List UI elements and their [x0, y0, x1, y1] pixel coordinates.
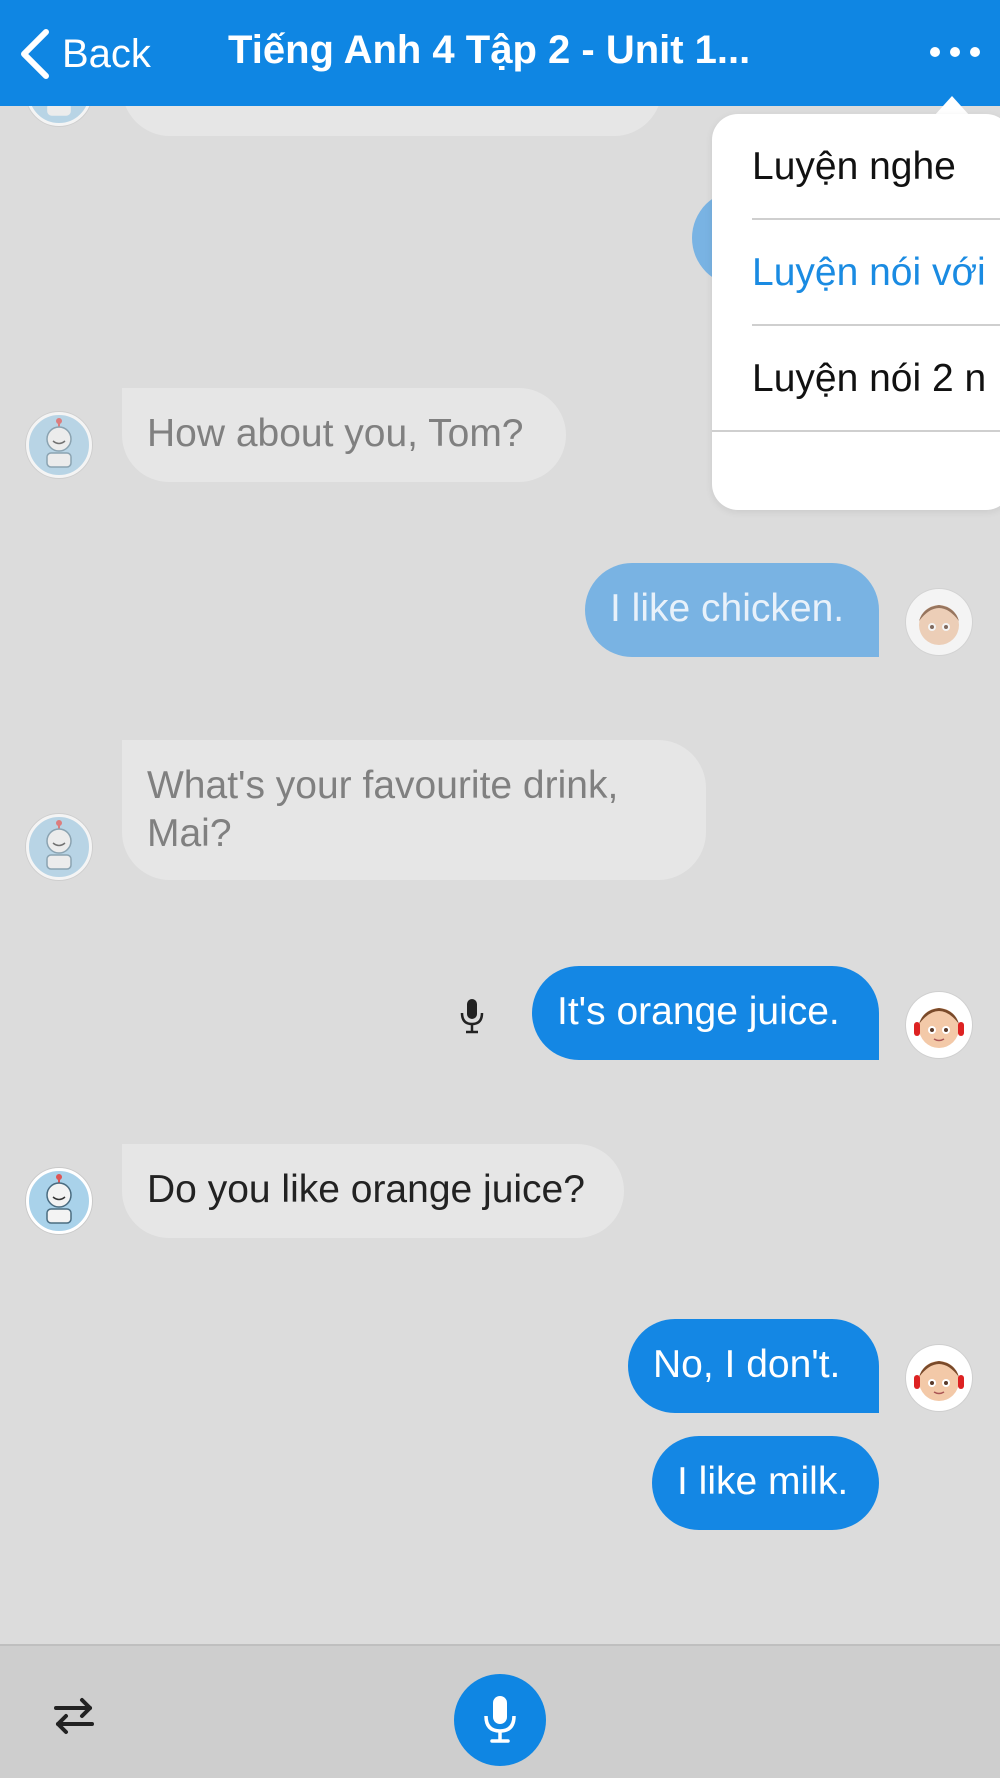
user-message-text: I like milk.: [677, 1460, 849, 1503]
bot-avatar: [26, 106, 92, 126]
microphone-icon[interactable]: [458, 997, 486, 1037]
menu-item-speaking-with[interactable]: Luyện nói với: [752, 220, 1000, 326]
user-message: I like milk.: [652, 1436, 879, 1530]
bot-message-text: Do you like orange juice?: [147, 1168, 585, 1211]
menu-item-speaking-two[interactable]: Luyện nói 2 n: [752, 326, 1000, 432]
user-message-text: It's orange juice.: [557, 990, 840, 1033]
user-avatar: [906, 1345, 972, 1411]
bot-avatar: [26, 814, 92, 880]
user-message-text: I like chicken.: [610, 587, 845, 630]
options-menu: Luyện nghe Luyện nói với Luyện nói 2 n: [712, 114, 1000, 510]
bot-message: What's your favourite drink, Mai?: [122, 740, 706, 880]
bot-message-text: What's your favourite drink, Mai?: [147, 764, 619, 855]
bot-message: How about you, Tom?: [122, 388, 566, 482]
chevron-left-icon: [21, 29, 49, 79]
page-title: Tiếng Anh 4 Tập 2 - Unit 1...: [228, 28, 751, 72]
record-button[interactable]: [454, 1674, 546, 1766]
user-message-text: No, I don't.: [653, 1343, 841, 1386]
menu-divider: [712, 430, 1000, 432]
user-message: It's orange juice.: [532, 966, 879, 1060]
user-avatar: [906, 589, 972, 655]
user-message: I like chicken.: [585, 563, 879, 657]
bot-avatar: [26, 1168, 92, 1234]
more-dots-icon: [930, 47, 940, 57]
microphone-icon: [484, 1696, 516, 1743]
menu-item-listening[interactable]: Luyện nghe: [752, 114, 1000, 220]
top-bar: Back Tiếng Anh 4 Tập 2 - Unit 1...: [0, 0, 1000, 106]
bottom-bar: [0, 1644, 1000, 1778]
menu-arrow: [934, 96, 970, 116]
back-button[interactable]: Back: [18, 26, 151, 82]
more-menu-button[interactable]: [930, 40, 980, 64]
user-message: No, I don't.: [628, 1319, 879, 1413]
bot-avatar: [26, 412, 92, 478]
chat-bubble-partial: [122, 106, 662, 136]
back-label: Back: [62, 31, 151, 76]
swap-arrows-icon[interactable]: [52, 1696, 96, 1736]
bot-message: Do you like orange juice?: [122, 1144, 624, 1238]
user-avatar: [906, 992, 972, 1058]
bot-message-text: How about you, Tom?: [147, 412, 524, 455]
